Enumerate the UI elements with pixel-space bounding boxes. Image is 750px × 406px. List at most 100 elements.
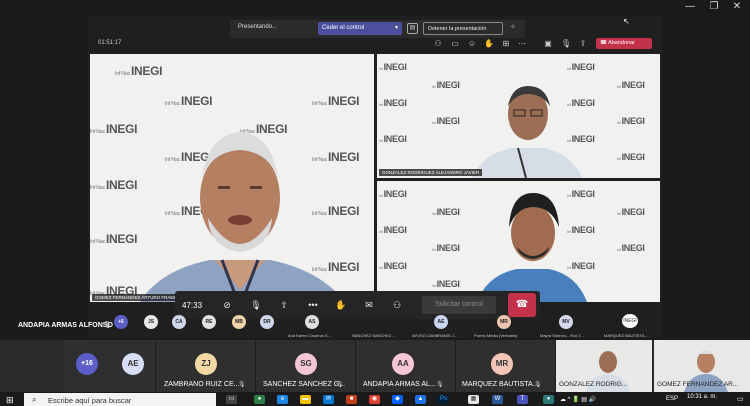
- inegi-watermark: InfINEGI: [617, 116, 645, 126]
- inegi-watermark: InfINEGI: [617, 243, 645, 253]
- share-icon[interactable]: ⇪: [578, 39, 588, 49]
- window-title-bar: — ❐ ✕: [0, 0, 750, 16]
- inegi-watermark: InfINEGI: [432, 116, 460, 126]
- inegi-watermark: InfINEGI: [432, 279, 460, 289]
- video-tile-top-right[interactable]: InfINEGI InfINEGI InfINEGI InfINEGI InfI…: [377, 54, 660, 178]
- inegi-watermark: InfINEGI: [617, 152, 645, 162]
- participant-name-tag: GONZALEZ RODRIGUEZ ALEJANDRO JAVIER: [379, 169, 483, 176]
- avatar[interactable]: RE: [202, 315, 216, 329]
- avatar[interactable]: CA: [172, 315, 186, 329]
- video-thumb[interactable]: GONZALEZ RODRIG...: [556, 340, 652, 392]
- maximize-icon[interactable]: ❐: [707, 1, 721, 13]
- inegi-watermark: InfINEGI: [432, 207, 460, 217]
- avatar[interactable]: AS: [305, 315, 319, 329]
- avatar[interactable]: ZJ: [195, 353, 217, 375]
- raise-hand-icon[interactable]: ✋: [335, 299, 347, 311]
- avatar[interactable]: AE: [122, 353, 144, 375]
- avatar[interactable]: MV: [559, 315, 573, 329]
- app-icon[interactable]: ●: [254, 395, 265, 404]
- participant-name: ANDAPIA ARMAS AL...: [363, 381, 436, 388]
- participant-name: ZAMBRANO RUIZ CE...: [164, 381, 240, 388]
- task-view-icon[interactable]: ▭: [226, 395, 237, 404]
- raise-hand-icon[interactable]: ✋: [484, 39, 494, 49]
- close-icon[interactable]: ✕: [730, 1, 744, 13]
- inegi-watermark: InfINEGI: [617, 80, 645, 90]
- stop-presenting-button[interactable]: Detener la presentación: [423, 22, 503, 35]
- avatar[interactable]: DR: [260, 315, 274, 329]
- request-control-button[interactable]: Solicitar control: [422, 296, 496, 314]
- avatar[interactable]: AE: [434, 315, 448, 329]
- tray-icons[interactable]: ☁ ^ 🔋 ▤ 🔊: [560, 396, 596, 403]
- avatar[interactable]: MR: [497, 315, 511, 329]
- participant-name: SANCHEZ SANCHEZ G...: [263, 381, 346, 388]
- participants-icon[interactable]: ⚇: [391, 299, 403, 311]
- teams-icon[interactable]: T: [517, 395, 528, 404]
- share-screen-icon[interactable]: ▤: [407, 23, 418, 34]
- folder-icon[interactable]: ▬: [300, 395, 311, 404]
- pin-icon[interactable]: ✧: [510, 23, 516, 31]
- mouse-cursor-icon: ↖: [623, 17, 630, 26]
- leave-button[interactable]: ☎ Abandonar: [596, 38, 652, 49]
- participant-video-top-right: [472, 86, 582, 178]
- participant-label: Puerto Medio (Verbatim): [474, 333, 518, 338]
- participant-label: MARQUEZ BAUTISTA ...: [604, 333, 649, 338]
- windows-start-icon[interactable]: ⊞: [6, 395, 14, 406]
- breakout-icon[interactable]: ⊞: [501, 39, 511, 49]
- camera-icon[interactable]: ▣: [543, 39, 553, 49]
- chat-icon[interactable]: ▭: [450, 39, 460, 49]
- inegi-watermark: InfINEGI: [432, 243, 460, 253]
- photoshop-icon[interactable]: Ps: [438, 395, 449, 404]
- mic-off-icon[interactable]: 🎙: [561, 39, 571, 49]
- app-icon[interactable]: ■: [346, 395, 357, 404]
- word-icon[interactable]: W: [492, 395, 503, 404]
- inegi-watermark: InfINEGI: [379, 98, 407, 108]
- hang-up-button[interactable]: ☎: [508, 293, 536, 317]
- app-icon[interactable]: ▦: [468, 395, 479, 404]
- dropbox-icon[interactable]: ◆: [392, 395, 403, 404]
- video-tile-main[interactable]: Inf NacINEGI Inf NacINEGI Inf NacINEGI I…: [90, 54, 374, 302]
- more-options-icon[interactable]: ⋯: [517, 39, 527, 49]
- notifications-icon[interactable]: ▭: [737, 395, 744, 403]
- search-placeholder: Escribe aquí para buscar: [48, 396, 132, 405]
- more-options-icon[interactable]: •••: [307, 299, 319, 311]
- minimize-icon[interactable]: —: [683, 1, 697, 13]
- chat-icon[interactable]: ✉: [363, 299, 375, 311]
- video-tile-bottom-right[interactable]: InfINEGI InfINEGI InfINEGI InfINEGI InfI…: [377, 181, 660, 302]
- participant-name: GONZALEZ RODRIG...: [559, 381, 628, 388]
- avatar[interactable]: MB: [232, 315, 246, 329]
- participant-label: SANCHEZ SANCHEZ ...: [352, 333, 396, 338]
- app-icon[interactable]: ▲: [415, 395, 426, 404]
- participant-label: Ana Karen Cisneros S...: [288, 333, 331, 338]
- participant-video-bottom-right: [477, 193, 587, 302]
- give-control-label: Ceder el control: [322, 25, 365, 31]
- mail-icon[interactable]: ✉: [323, 395, 334, 404]
- presenting-label: Presentando...: [238, 24, 278, 30]
- camera-off-icon[interactable]: ⊘: [221, 299, 233, 311]
- avatar[interactable]: SG: [295, 353, 317, 375]
- clock[interactable]: 10:31 a. m.: [687, 394, 717, 400]
- microphone-icon[interactable]: 🎙: [250, 299, 262, 311]
- video-thumb[interactable]: GOMEZ FERNANDEZ AR...: [654, 340, 750, 392]
- overflow-participants[interactable]: +16: [76, 353, 98, 375]
- app-icon[interactable]: ●: [543, 395, 554, 404]
- search-icon: ⌕: [32, 395, 37, 404]
- participants-icon[interactable]: ⚇: [433, 39, 443, 49]
- language-indicator[interactable]: ESP: [666, 396, 678, 402]
- overflow-participants[interactable]: +6: [114, 315, 128, 329]
- inegi-watermark: InfINEGI: [379, 225, 407, 235]
- avatar[interactable]: JS: [144, 315, 158, 329]
- avatar[interactable]: AA: [392, 353, 414, 375]
- give-control-dropdown[interactable]: Ceder el control ▾: [318, 22, 402, 35]
- chrome-icon[interactable]: ◉: [369, 395, 380, 404]
- inegi-watermark: InfINEGI: [432, 80, 460, 90]
- share-screen-icon[interactable]: ⇧: [278, 299, 290, 311]
- inegi-watermark: InfINEGI: [379, 134, 407, 144]
- participant-video-main: [140, 132, 345, 302]
- call-duration: 47:33: [182, 301, 203, 310]
- avatar[interactable]: MR: [491, 353, 513, 375]
- edge-icon[interactable]: e: [277, 395, 288, 404]
- mic-off-icon: 🎙: [238, 382, 246, 388]
- reactions-icon[interactable]: ☺: [467, 39, 477, 49]
- mic-off-icon: 🎙: [336, 382, 344, 388]
- inegi-watermark: InfINEGI: [617, 207, 645, 217]
